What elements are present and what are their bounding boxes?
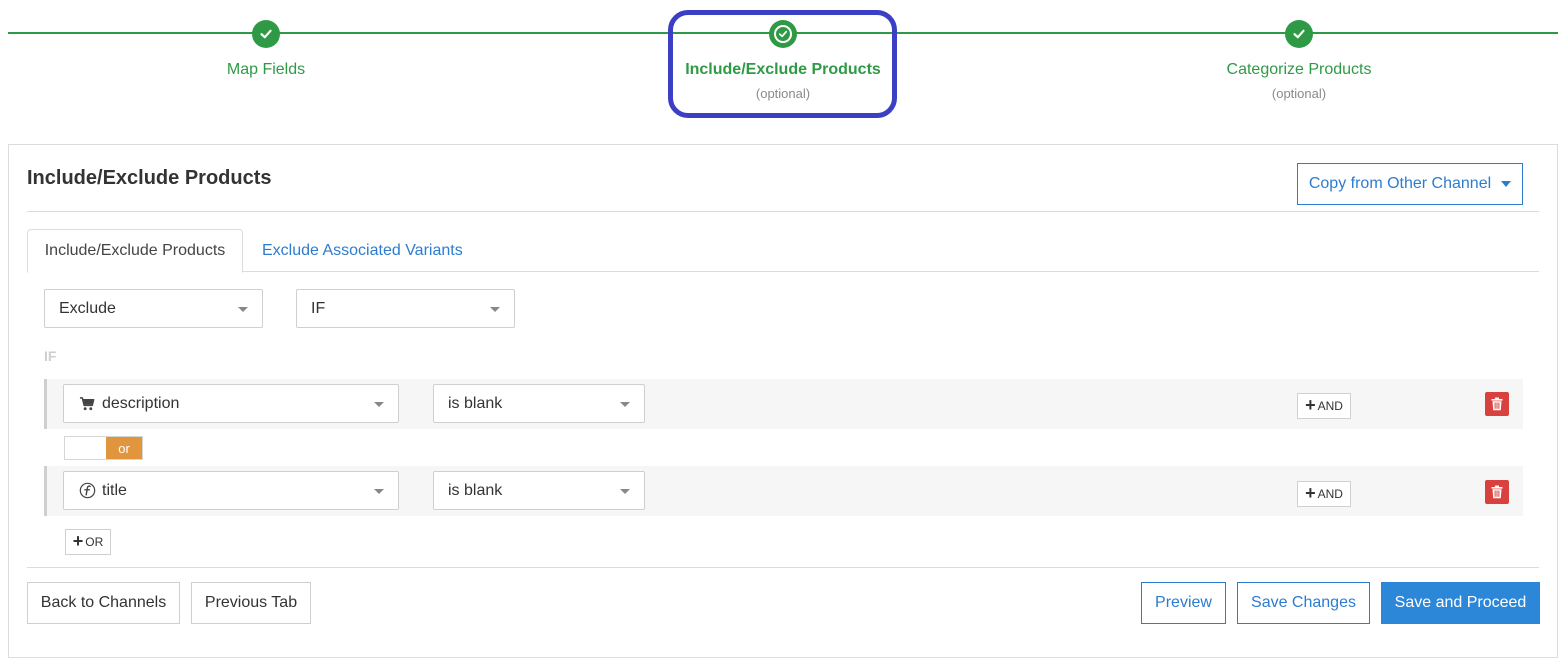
condition-row: description is blank + AND xyxy=(44,379,1523,429)
divider xyxy=(27,567,1539,568)
delete-condition-button[interactable] xyxy=(1485,480,1509,504)
save-changes-button[interactable]: Save Changes xyxy=(1237,582,1370,624)
step-label: Map Fields xyxy=(226,61,306,78)
and-or-toggle[interactable]: or xyxy=(64,436,143,460)
check-icon xyxy=(1285,20,1313,48)
operator-select[interactable]: is blank xyxy=(433,384,645,423)
field-select[interactable]: title xyxy=(63,471,399,510)
copy-button-label: Copy from Other Channel xyxy=(1308,175,1492,192)
action-select[interactable]: Exclude xyxy=(44,289,263,328)
add-and-button[interactable]: + AND xyxy=(1297,481,1351,507)
previous-tab-button[interactable]: Previous Tab xyxy=(191,582,311,624)
field-select-value: title xyxy=(102,481,127,499)
tab-bar: Include/Exclude Products Exclude Associa… xyxy=(27,229,1539,273)
add-or-button[interactable]: + OR xyxy=(65,529,111,555)
toggle-on-label: or xyxy=(106,437,142,459)
caret-down-icon xyxy=(374,402,384,407)
plus-icon: + xyxy=(72,531,84,551)
caret-down-icon xyxy=(490,307,500,312)
trash-icon xyxy=(1491,397,1503,411)
step-sublabel: (optional) xyxy=(1271,86,1327,101)
caret-down-icon xyxy=(620,402,630,407)
check-icon xyxy=(252,20,280,48)
trash-icon xyxy=(1491,485,1503,499)
caret-down-icon xyxy=(620,489,630,494)
step-label: Categorize Products xyxy=(1226,61,1372,78)
back-to-channels-button[interactable]: Back to Channels xyxy=(27,582,180,624)
tab-include-exclude[interactable]: Include/Exclude Products xyxy=(27,229,243,273)
and-label: AND xyxy=(1317,399,1343,413)
divider xyxy=(27,211,1539,212)
operator-select-value: is blank xyxy=(448,394,503,412)
if-label: IF xyxy=(44,348,57,364)
field-select-value: description xyxy=(102,394,180,412)
cart-icon xyxy=(78,395,96,413)
plus-icon: + xyxy=(1305,483,1316,503)
condition-row: title is blank + AND xyxy=(44,466,1523,516)
page-title: Include/Exclude Products xyxy=(27,167,272,189)
logic-select[interactable]: IF xyxy=(296,289,515,328)
delete-condition-button[interactable] xyxy=(1485,392,1509,416)
save-and-proceed-button[interactable]: Save and Proceed xyxy=(1381,582,1540,624)
function-icon xyxy=(78,482,96,500)
copy-from-channel-dropdown[interactable]: Copy from Other Channel xyxy=(1297,163,1523,205)
progress-stepper: Map Fields Include/Exclude Products (opt… xyxy=(0,0,1568,130)
logic-select-value: IF xyxy=(311,299,326,317)
field-select[interactable]: description xyxy=(63,384,399,423)
include-exclude-panel: Include/Exclude Products Copy from Other… xyxy=(8,144,1558,658)
preview-button[interactable]: Preview xyxy=(1141,582,1226,624)
caret-down-icon xyxy=(238,307,248,312)
or-label: OR xyxy=(85,535,104,549)
caret-down-icon xyxy=(374,489,384,494)
operator-select[interactable]: is blank xyxy=(433,471,645,510)
tab-exclude-variants[interactable]: Exclude Associated Variants xyxy=(243,229,482,272)
operator-select-value: is blank xyxy=(448,481,503,499)
action-select-value: Exclude xyxy=(59,299,116,317)
plus-icon: + xyxy=(1305,395,1316,415)
add-and-button[interactable]: + AND xyxy=(1297,393,1351,419)
toggle-off-side xyxy=(65,437,106,459)
caret-down-icon xyxy=(1501,181,1512,187)
and-label: AND xyxy=(1317,487,1343,501)
current-step-highlight xyxy=(668,10,897,118)
